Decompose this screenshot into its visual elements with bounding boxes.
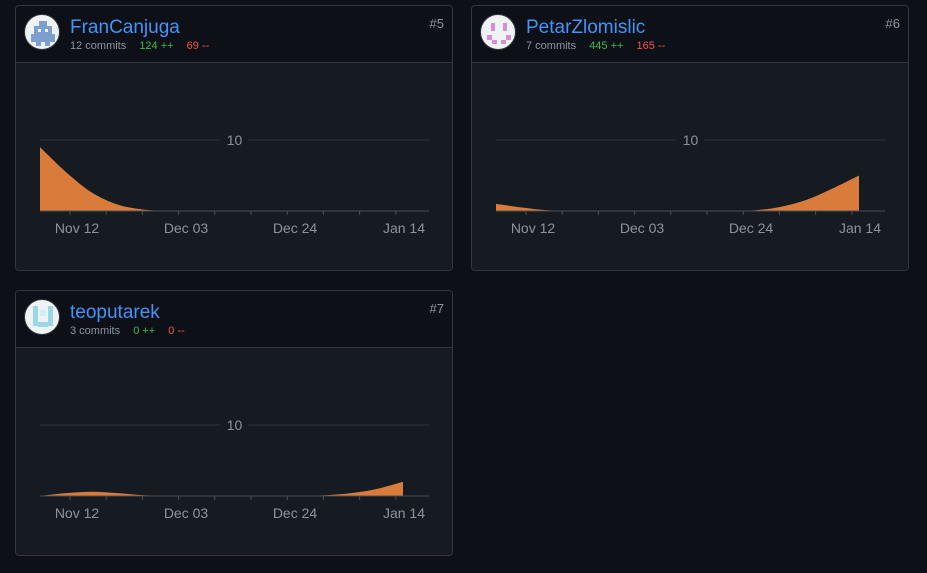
avatar[interactable]	[24, 14, 60, 50]
contributor-card: FranCanjuga 12 commits 124 ++ 69 -- #5 1…	[15, 5, 453, 271]
y-tick-label: 10	[227, 417, 243, 433]
additions-count: 124 ++	[139, 40, 174, 52]
additions-count: 0 ++	[133, 325, 156, 337]
x-tick-label: Dec 24	[273, 220, 318, 236]
contribution-stats: 3 commits 0 ++ 0 --	[70, 325, 185, 337]
contribution-chart: 10 Nov 12 Dec 03 Dec 24 Jan 14	[40, 132, 429, 236]
username-link[interactable]: PetarZlomislic	[526, 17, 645, 39]
x-tick-label: Dec 03	[620, 220, 665, 236]
contribution-area	[40, 481, 403, 496]
x-tick-label: Nov 12	[511, 220, 556, 236]
contribution-area	[40, 147, 403, 211]
card-header: PetarZlomislic 7 commits 445 ++ 165 -- #…	[472, 6, 908, 63]
commit-count[interactable]: 3 commits	[70, 325, 120, 337]
deletions-count: 69 --	[186, 40, 210, 52]
x-tick-label: Dec 03	[164, 505, 209, 521]
rank-badge: #5	[429, 16, 444, 31]
x-tick-label: Jan 14	[383, 505, 425, 521]
commit-count[interactable]: 12 commits	[70, 40, 126, 52]
x-tick-label: Dec 24	[729, 220, 774, 236]
y-tick-label: 10	[683, 132, 699, 148]
avatar[interactable]	[24, 299, 60, 335]
deletions-count: 0 --	[168, 325, 185, 337]
contribution-stats: 12 commits 124 ++ 69 --	[70, 40, 209, 52]
contribution-chart: 10 Nov 12 Dec 03 Dec 24 Jan 14	[40, 417, 429, 521]
commit-count[interactable]: 7 commits	[526, 40, 576, 52]
username-link[interactable]: FranCanjuga	[70, 17, 180, 39]
x-tick-label: Jan 14	[383, 220, 425, 236]
x-tick-label: Dec 24	[273, 505, 318, 521]
x-tick-label: Jan 14	[839, 220, 881, 236]
deletions-count: 165 --	[636, 40, 666, 52]
rank-badge: #6	[885, 16, 900, 31]
card-header: FranCanjuga 12 commits 124 ++ 69 -- #5	[16, 6, 452, 63]
card-header: teoputarek 3 commits 0 ++ 0 -- #7	[16, 291, 452, 348]
contribution-stats: 7 commits 445 ++ 165 --	[526, 40, 665, 52]
contribution-chart: 10 Nov 12 Dec 03 Dec 24 Jan 14	[496, 132, 885, 236]
contribution-area	[496, 175, 859, 211]
contributor-card: teoputarek 3 commits 0 ++ 0 -- #7 10 Nov …	[15, 290, 453, 556]
avatar[interactable]	[480, 14, 516, 50]
x-tick-label: Dec 03	[164, 220, 209, 236]
contributor-card: PetarZlomislic 7 commits 445 ++ 165 -- #…	[471, 5, 909, 271]
username-link[interactable]: teoputarek	[70, 302, 160, 324]
x-tick-label: Nov 12	[55, 220, 100, 236]
rank-badge: #7	[429, 301, 444, 316]
additions-count: 445 ++	[589, 40, 624, 52]
x-tick-label: Nov 12	[55, 505, 100, 521]
y-tick-label: 10	[227, 132, 243, 148]
